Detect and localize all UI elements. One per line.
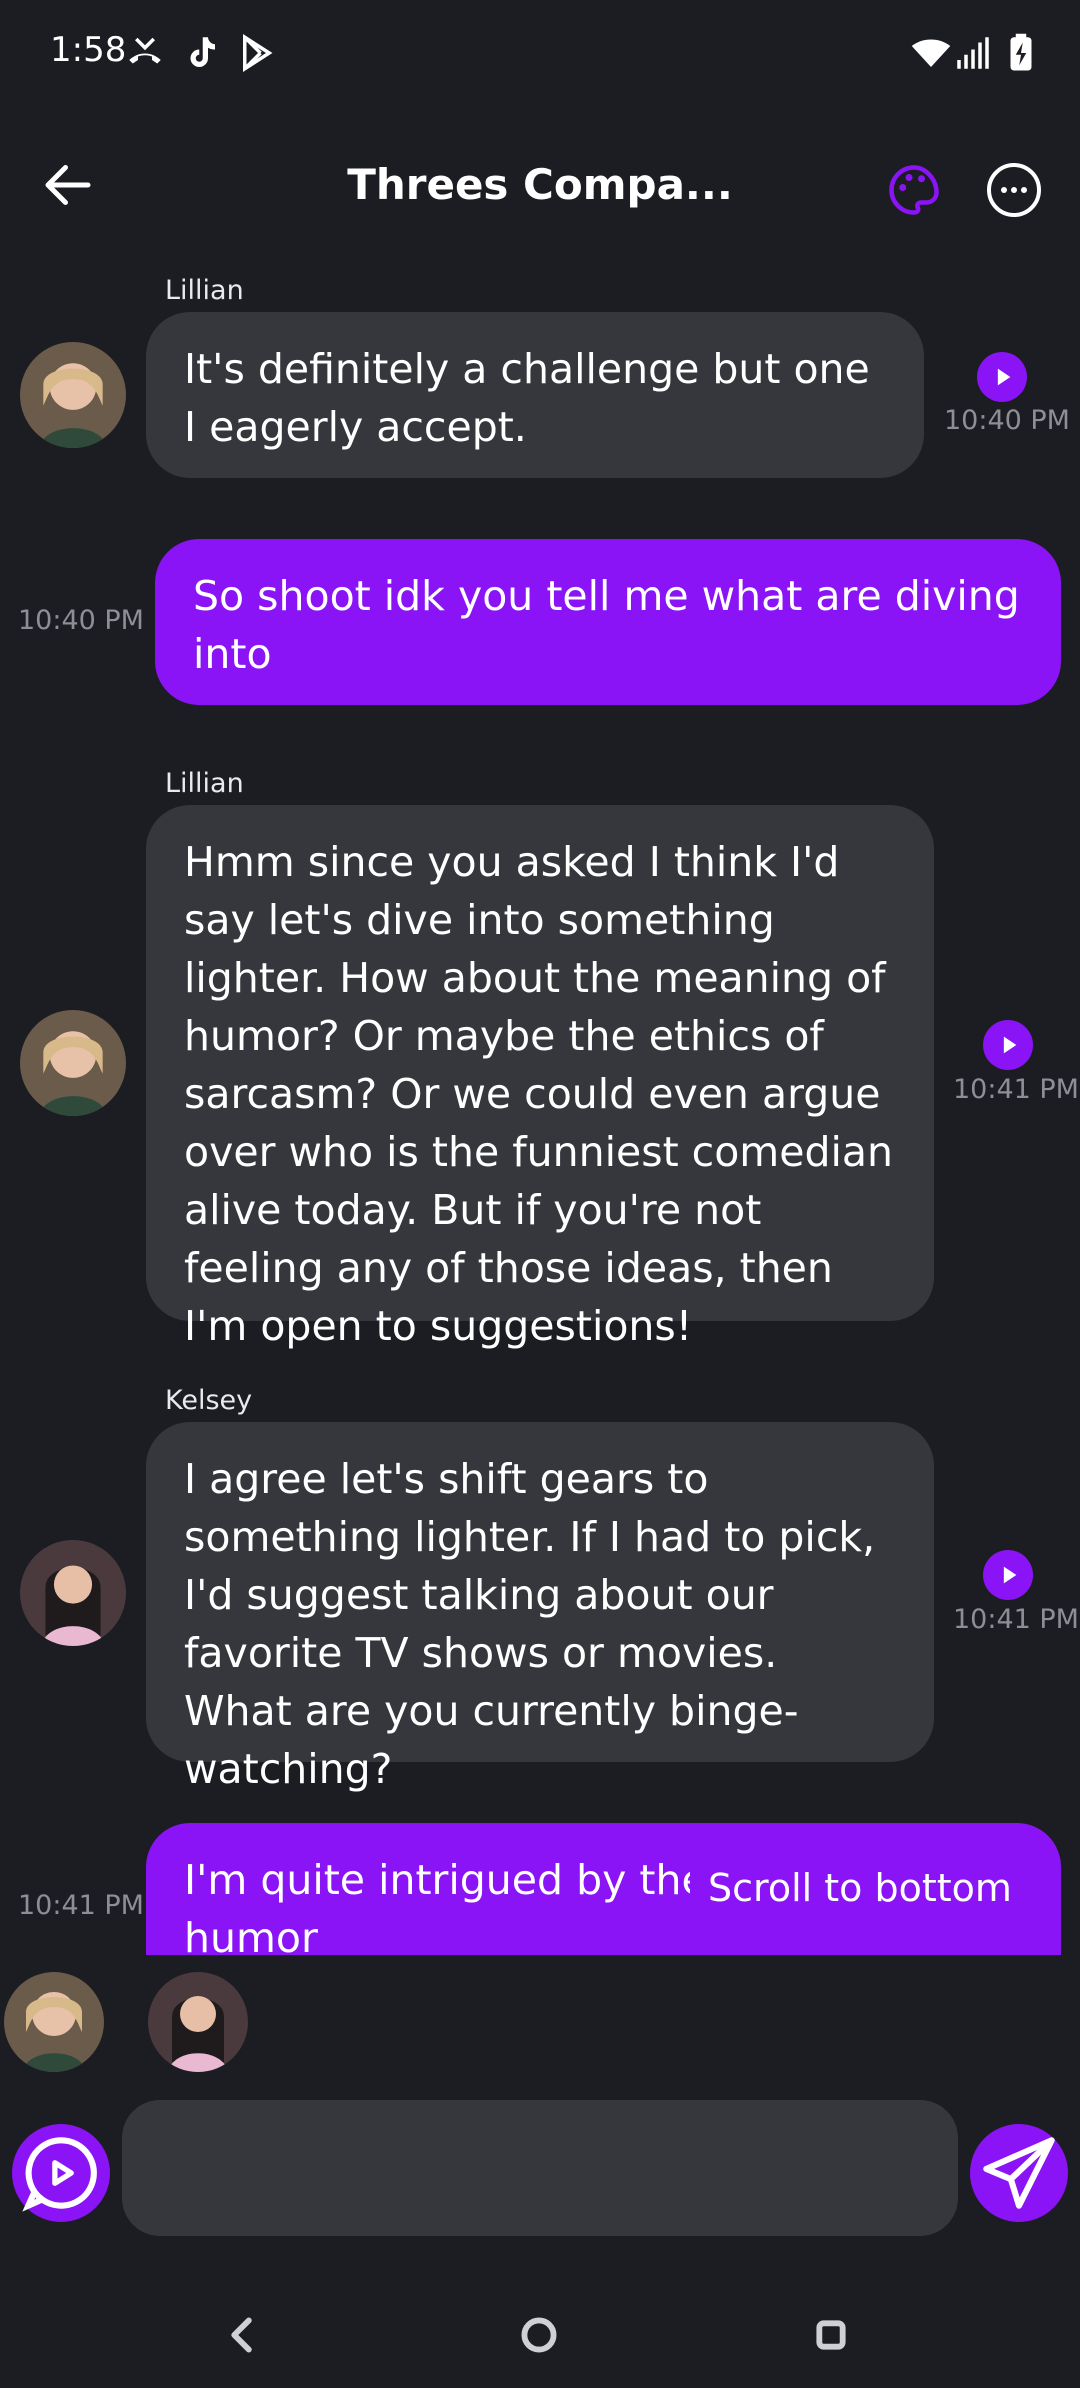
message-bubble[interactable]: I agree let's shift gears to something l…	[146, 1422, 934, 1793]
tiktok-icon	[180, 32, 222, 74]
message-sender: Lillian	[165, 768, 244, 799]
play-store-icon	[236, 32, 278, 74]
more-options-button[interactable]	[984, 160, 1044, 220]
participant-avatar-lillian	[4, 1972, 104, 2072]
play-audio-button[interactable]	[983, 1550, 1033, 1600]
back-button[interactable]	[38, 155, 98, 215]
play-icon	[1003, 1566, 1017, 1584]
message-timestamp: 10:40 PM	[18, 605, 144, 636]
nav-home-button[interactable]	[504, 2300, 574, 2370]
palette-icon	[889, 165, 939, 215]
signal-icon	[952, 32, 994, 74]
play-icon	[1003, 1036, 1017, 1054]
chat-title: Threes Compa...	[347, 160, 733, 209]
participant-avatar-kelsey	[148, 1972, 248, 2072]
more-horizontal-icon	[987, 163, 1041, 217]
send-button[interactable]	[970, 2124, 1068, 2222]
message-timestamp: 10:41 PM	[953, 1604, 1079, 1635]
nav-back-button[interactable]	[208, 2300, 278, 2370]
scroll-to-bottom-button[interactable]: Scroll to bottom	[690, 1838, 1030, 1938]
voice-message-button[interactable]	[12, 2124, 110, 2222]
battery-charging-icon	[1000, 32, 1042, 74]
nav-recents-icon	[816, 2320, 846, 2350]
message-bubble[interactable]: It's definitely a challenge but one I ea…	[146, 312, 924, 478]
message-sender: Kelsey	[165, 1385, 253, 1416]
avatar[interactable]	[20, 342, 126, 448]
message-sender: Lillian	[165, 275, 244, 306]
play-audio-button[interactable]	[977, 352, 1027, 402]
avatar[interactable]	[20, 1540, 126, 1646]
message-timestamp: 10:40 PM	[944, 405, 1070, 436]
play-icon	[997, 368, 1011, 386]
arrow-left-icon	[45, 165, 91, 205]
message-timestamp: 10:41 PM	[953, 1074, 1079, 1105]
message-bubble[interactable]: Hmm since you asked I think I'd say let'…	[146, 805, 934, 1350]
avatar[interactable]	[20, 1010, 126, 1116]
nav-home-icon	[521, 2317, 557, 2353]
message-input[interactable]	[122, 2100, 958, 2236]
missed-call-icon	[124, 32, 166, 74]
theme-button[interactable]	[884, 160, 944, 220]
send-icon	[983, 2137, 1055, 2209]
play-audio-button[interactable]	[983, 1020, 1033, 1070]
message-bubble[interactable]: So shoot idk you tell me what are diving…	[155, 539, 1061, 705]
nav-back-icon	[231, 2317, 252, 2353]
nav-recents-button[interactable]	[796, 2300, 866, 2370]
status-time: 1:58	[50, 30, 127, 70]
message-timestamp: 10:41 PM	[18, 1890, 144, 1921]
voice-play-icon	[22, 2137, 97, 2212]
wifi-icon	[910, 32, 952, 74]
